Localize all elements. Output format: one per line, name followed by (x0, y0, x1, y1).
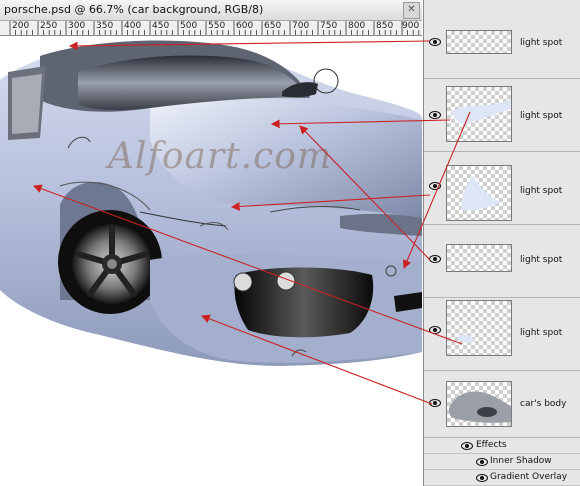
layer-name: car's body (520, 399, 567, 409)
ruler-label: 350 (96, 21, 114, 31)
eye-icon[interactable] (429, 111, 441, 119)
eye-icon[interactable] (461, 442, 473, 450)
layer-row[interactable]: light spot (424, 79, 580, 152)
layer-row[interactable]: light spot (424, 298, 580, 371)
layer-name: light spot (520, 186, 563, 196)
eye-icon[interactable] (429, 38, 441, 46)
ruler-label: 500 (180, 21, 198, 31)
layer-thumbnail (446, 381, 512, 427)
eye-icon[interactable] (429, 399, 441, 407)
document-title: porsche.psd @ 66.7% (car background, RGB… (4, 3, 264, 16)
ruler-label: 750 (320, 21, 338, 31)
ruler-label: 200 (12, 21, 30, 31)
ruler-label: 450 (152, 21, 170, 31)
layer-name: light spot (520, 111, 563, 121)
layer-row[interactable]: light spot (424, 225, 580, 298)
ruler-label: 550 (208, 21, 226, 31)
effect-item[interactable]: Inner Shadow (424, 454, 580, 470)
layer-row[interactable]: light spot (424, 152, 580, 225)
ruler-label: 700 (292, 21, 310, 31)
layer-thumbnail (446, 165, 512, 221)
ruler-label: 400 (124, 21, 142, 31)
layers-panel: light spot light spot light spot light s… (423, 0, 580, 486)
ruler-label: 600 (236, 21, 254, 31)
ruler-label: 650 (264, 21, 282, 31)
effects-row[interactable]: Effects (424, 438, 580, 454)
layer-thumbnail (446, 244, 512, 272)
ruler-label: 850 (376, 21, 394, 31)
layer-row[interactable]: light spot (424, 0, 580, 79)
layer-row[interactable]: car's body (424, 371, 580, 438)
ruler-label: 800 (348, 21, 366, 31)
car-illustration (0, 40, 422, 366)
ruler-label: 300 (68, 21, 86, 31)
layer-thumbnail (446, 86, 512, 142)
eye-icon[interactable] (429, 255, 441, 263)
layer-name: light spot (520, 38, 563, 48)
eye-icon[interactable] (429, 326, 441, 334)
layer-thumbnail (446, 300, 512, 356)
close-icon[interactable]: ✕ (403, 2, 420, 19)
document-window: porsche.psd @ 66.7% (car background, RGB… (0, 0, 422, 486)
effects-label: Effects (476, 440, 507, 450)
ruler-label: 900 (402, 21, 420, 31)
eye-icon[interactable] (476, 474, 488, 482)
effect-name: Inner Shadow (490, 456, 552, 466)
document-titlebar[interactable]: porsche.psd @ 66.7% (car background, RGB… (0, 0, 422, 21)
layer-name: light spot (520, 255, 563, 265)
layer-thumbnail (446, 30, 512, 54)
layer-name: light spot (520, 328, 563, 338)
eye-icon[interactable] (429, 182, 441, 190)
watermark: Alfoart.com (108, 136, 333, 177)
effect-item[interactable]: Gradient Overlay (424, 470, 580, 486)
ruler-label: 250 (40, 21, 58, 31)
eye-icon[interactable] (476, 458, 488, 466)
effect-name: Gradient Overlay (490, 472, 568, 482)
horizontal-ruler: 200 250 300 350 400 450 500 550 600 650 … (0, 21, 422, 36)
image-canvas[interactable]: Alfoart.com (0, 36, 422, 486)
